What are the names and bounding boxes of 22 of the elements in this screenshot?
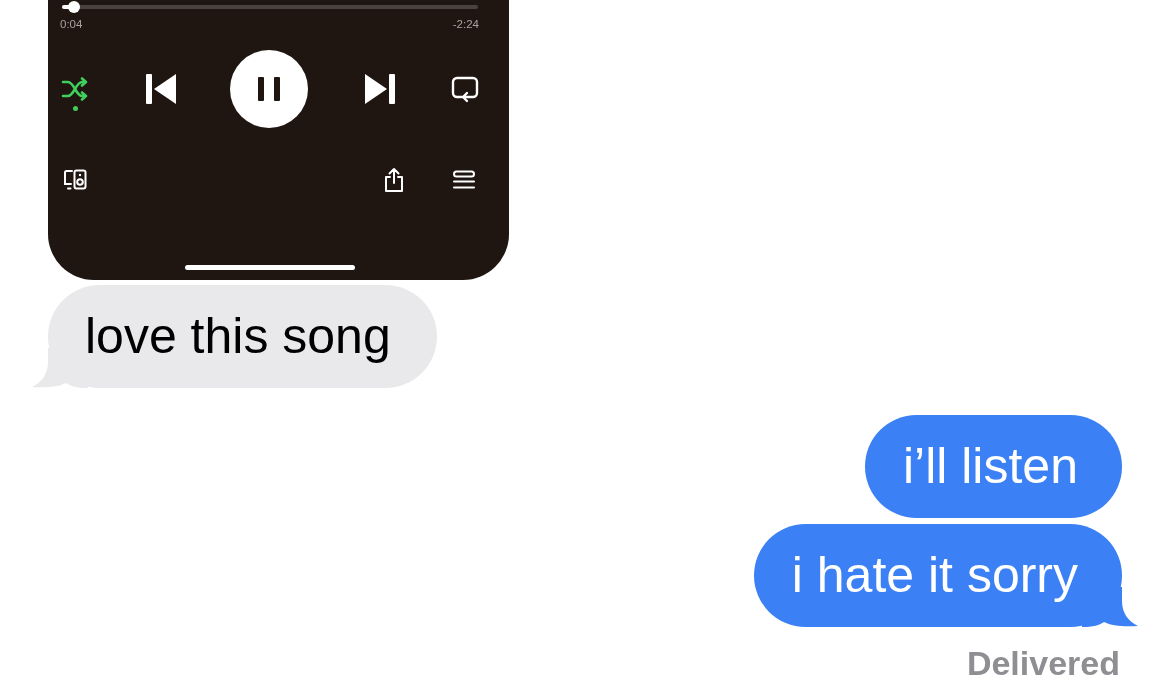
previous-icon <box>146 74 176 104</box>
share-button[interactable] <box>382 167 406 193</box>
shuffle-icon <box>61 77 89 101</box>
previous-button[interactable] <box>146 74 176 104</box>
sent-message: i’ll listen <box>864 415 1122 518</box>
queue-icon <box>452 170 476 190</box>
delivered-status: Delivered <box>966 643 1120 683</box>
active-dot-icon <box>72 106 78 111</box>
sent-message: i hate it sorry <box>753 524 1138 627</box>
next-icon <box>365 74 395 104</box>
received-message: love this song <box>32 285 437 388</box>
repeat-button[interactable] <box>451 75 479 103</box>
elapsed-time: 0:04 <box>60 17 83 32</box>
devices-button[interactable] <box>63 169 87 191</box>
remaining-time: -2:24 <box>452 17 479 32</box>
next-button[interactable] <box>365 74 395 104</box>
queue-button[interactable] <box>452 170 476 190</box>
share-icon <box>382 167 406 193</box>
progress-thumb[interactable] <box>68 1 81 13</box>
devices-icon <box>63 169 87 191</box>
pause-icon <box>258 77 280 101</box>
repeat-icon <box>451 75 479 103</box>
